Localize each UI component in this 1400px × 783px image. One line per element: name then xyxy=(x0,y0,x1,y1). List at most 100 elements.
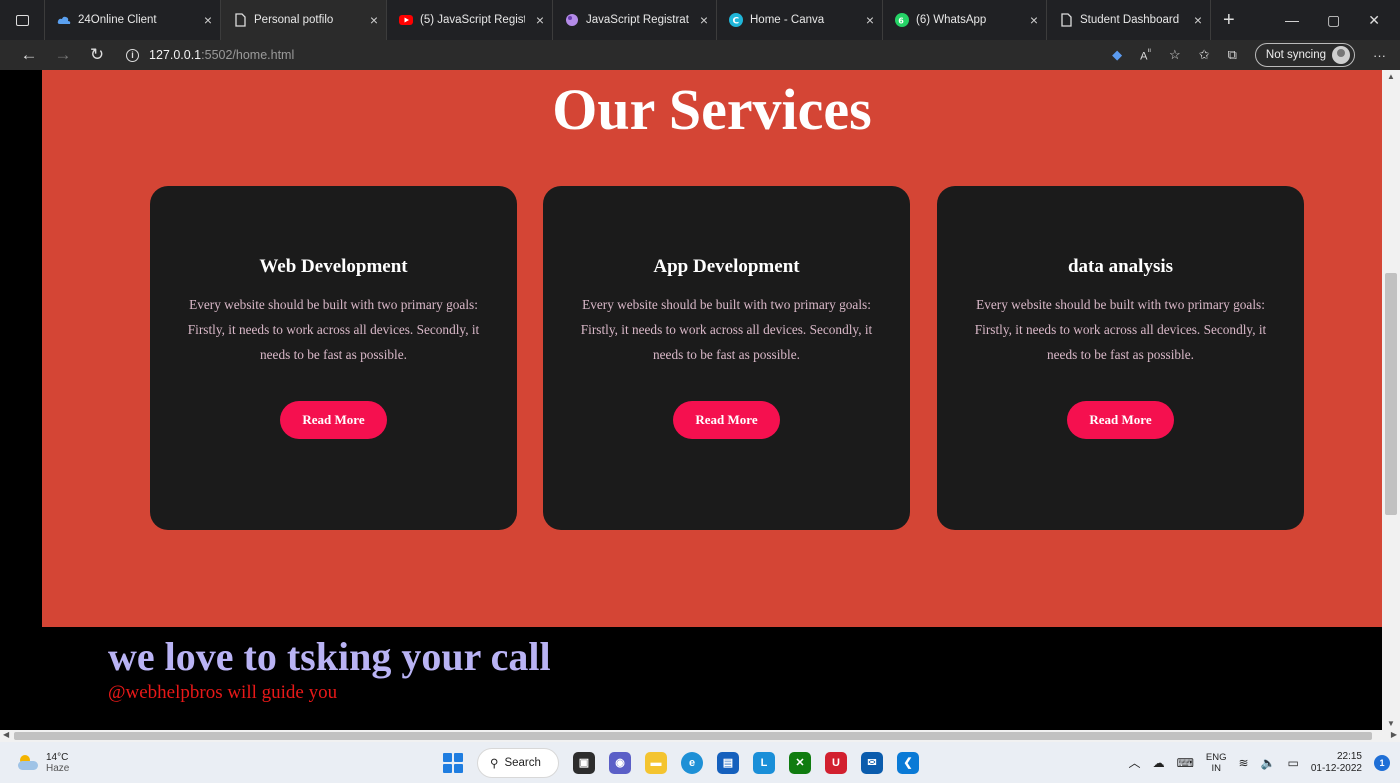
tab-24online[interactable]: 24Online Client × xyxy=(44,0,220,40)
collections-icon[interactable]: ⧉ xyxy=(1228,47,1237,63)
sync-label: Not syncing xyxy=(1265,49,1326,61)
services-title: Our Services xyxy=(552,77,872,142)
service-card-web-development: Web Development Every website should be … xyxy=(150,186,517,530)
info-icon[interactable]: i xyxy=(126,48,139,62)
close-window-icon[interactable]: ✕ xyxy=(1368,12,1380,29)
profile-sync-button[interactable]: Not syncing xyxy=(1254,43,1355,67)
close-icon[interactable]: × xyxy=(1194,12,1202,28)
horizontal-scrollbar[interactable]: ◀ ▶ xyxy=(0,730,1400,742)
close-icon[interactable]: × xyxy=(204,12,212,28)
tab-youtube-js[interactable]: (5) JavaScript Registra × xyxy=(386,0,552,40)
taskbar-apps: ⚲ Search ▣ ◉ ▬ e ▤ L ✕ U ✉ ❮ xyxy=(443,742,919,783)
services-section: Our Services Web Development Every websi… xyxy=(42,70,1382,627)
tab-actions-button[interactable] xyxy=(0,0,44,40)
tab-label: (5) JavaScript Registra xyxy=(420,14,525,26)
date: 01-12-2022 xyxy=(1310,762,1362,774)
weather-icon xyxy=(18,754,38,771)
scroll-thumb[interactable] xyxy=(14,732,1372,740)
refresh-icon[interactable]: ↻ xyxy=(80,45,114,65)
taskbar-search[interactable]: ⚲ Search xyxy=(477,747,559,778)
wifi-icon[interactable]: ≋ xyxy=(1238,756,1248,770)
tab-student-dashboard[interactable]: Student Dashboard × xyxy=(1046,0,1210,40)
lang-region: IN xyxy=(1211,762,1221,774)
vscode-icon[interactable]: ❮ xyxy=(897,751,919,774)
browser-tab-strip: 24Online Client × Personal potfilo × (5)… xyxy=(0,0,1400,40)
tab-actions-icon xyxy=(15,14,29,26)
edge-browser-icon[interactable]: e xyxy=(681,751,703,774)
clock[interactable]: 22:15 01-12-2022 xyxy=(1311,751,1362,775)
restore-icon[interactable]: ▢ xyxy=(1327,12,1340,29)
whatsapp-icon: 6 xyxy=(895,13,909,27)
globe-icon xyxy=(565,13,579,27)
url-host: 127.0.0.1 xyxy=(149,48,202,62)
tab-personal-potfilo[interactable]: Personal potfilo × xyxy=(220,0,386,40)
canva-icon: C xyxy=(729,13,743,27)
address-bar: ← → ↻ i 127.0.0.1:5502/home.html ◆ Aᐦ ☆ … xyxy=(0,40,1400,70)
favorite-star-icon[interactable]: ☆ xyxy=(1169,47,1181,63)
tab-canva[interactable]: C Home - Canva × xyxy=(716,0,882,40)
forward-arrow-icon[interactable]: → xyxy=(46,45,80,65)
task-view-icon[interactable]: ▣ xyxy=(573,751,595,774)
onedrive-icon[interactable]: ☁ xyxy=(1153,756,1165,770)
tab-js-registration[interactable]: JavaScript Registratio × xyxy=(552,0,716,40)
file-explorer-icon[interactable]: ▬ xyxy=(645,751,667,774)
page-icon xyxy=(233,13,247,27)
new-tab-button[interactable]: + xyxy=(1210,0,1247,40)
avatar xyxy=(1332,46,1350,64)
notification-badge[interactable]: 1 xyxy=(1374,754,1390,771)
chat-icon[interactable]: ◉ xyxy=(609,751,631,774)
windows-start-icon[interactable] xyxy=(443,752,463,773)
scroll-down-icon[interactable]: ▼ xyxy=(1387,719,1395,728)
scroll-right-icon[interactable]: ▶ xyxy=(1391,730,1397,739)
close-icon[interactable]: × xyxy=(1030,12,1038,28)
page-viewport: Our Services Web Development Every websi… xyxy=(0,70,1382,730)
volume-icon[interactable]: 🔈 xyxy=(1261,756,1276,770)
close-icon[interactable]: × xyxy=(866,12,874,28)
window-controls: — ▢ ✕ xyxy=(1285,12,1400,29)
read-more-button[interactable]: Read More xyxy=(280,401,387,439)
back-arrow-icon[interactable]: ← xyxy=(12,45,46,65)
more-menu-icon[interactable]: ··· xyxy=(1373,48,1386,63)
scroll-up-icon[interactable]: ▲ xyxy=(1387,72,1395,81)
tag-icon[interactable]: ◆ xyxy=(1112,47,1122,63)
browser-toolbar: ◆ Aᐦ ☆ ✩ ⧉ Not syncing ··· xyxy=(1112,43,1400,67)
card-title: Web Development xyxy=(259,256,408,277)
tab-label: 24Online Client xyxy=(78,14,157,26)
service-card-data-analysis: data analysis Every website should be bu… xyxy=(937,186,1304,530)
temperature: 14°C xyxy=(46,751,69,763)
read-more-button[interactable]: Read More xyxy=(673,401,780,439)
close-icon[interactable]: × xyxy=(700,12,708,28)
favorites-icon[interactable]: ✩ xyxy=(1199,47,1210,63)
tab-whatsapp[interactable]: 6 (6) WhatsApp × xyxy=(882,0,1046,40)
tab-label: JavaScript Registratio xyxy=(586,14,689,26)
search-icon: ⚲ xyxy=(490,757,499,770)
store-icon[interactable]: ▤ xyxy=(717,751,739,774)
url-field[interactable]: i 127.0.0.1:5502/home.html xyxy=(126,48,1112,62)
taskbar: 14°C Haze ⚲ Search ▣ ◉ ▬ e ▤ L ✕ U ✉ ❮ ︿… xyxy=(0,742,1400,783)
svg-text:6: 6 xyxy=(898,17,904,26)
language-indicator[interactable]: ENG IN xyxy=(1206,752,1227,774)
mail-icon[interactable]: ✉ xyxy=(861,751,883,774)
learning-app-icon[interactable]: L xyxy=(753,751,775,774)
card-description: Every website should be built with two p… xyxy=(974,297,1267,362)
chevron-up-icon[interactable]: ︿ xyxy=(1129,754,1141,771)
read-aloud-icon[interactable]: Aᐦ xyxy=(1140,47,1151,63)
close-icon[interactable]: × xyxy=(370,12,378,28)
weather-widget[interactable]: 14°C Haze xyxy=(0,752,200,774)
read-more-button[interactable]: Read More xyxy=(1067,401,1174,439)
contact-heading: we love to tsking your call xyxy=(108,634,551,679)
tab-label: Personal potfilo xyxy=(254,14,334,26)
system-tray: ︿ ☁ ⌨ ENG IN ≋ 🔈 ▭ 22:15 01-12-2022 1 xyxy=(1129,742,1390,783)
vertical-scrollbar[interactable]: ▲ ▼ xyxy=(1382,70,1400,730)
scroll-thumb[interactable] xyxy=(1385,273,1397,515)
battery-icon[interactable]: ▭ xyxy=(1288,756,1299,770)
minimize-icon[interactable]: — xyxy=(1285,12,1299,28)
keyboard-icon[interactable]: ⌨ xyxy=(1177,756,1194,770)
url-path: :5502/home.html xyxy=(201,48,295,62)
mcafee-icon[interactable]: U xyxy=(825,751,847,774)
weather-text: 14°C Haze xyxy=(46,752,69,774)
xbox-icon[interactable]: ✕ xyxy=(789,751,811,774)
close-icon[interactable]: × xyxy=(536,12,544,28)
tab-label: Home - Canva xyxy=(750,14,825,26)
scroll-left-icon[interactable]: ◀ xyxy=(3,730,9,739)
